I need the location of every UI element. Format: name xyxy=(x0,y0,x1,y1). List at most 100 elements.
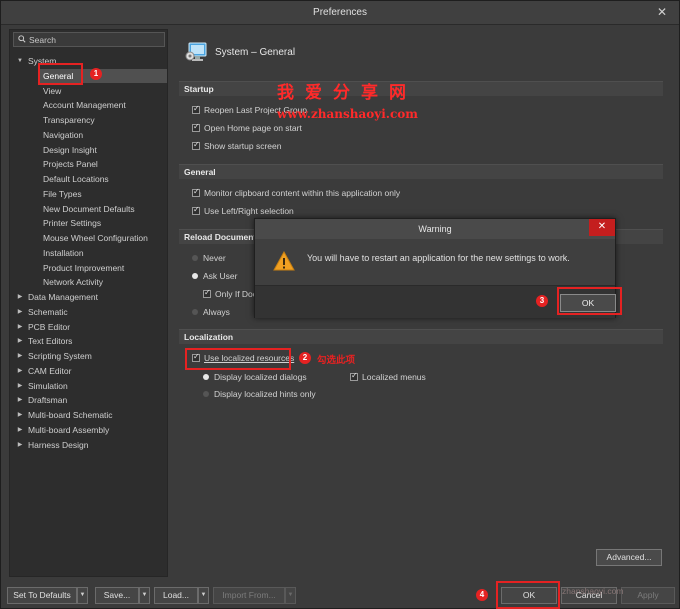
chevron-right-icon[interactable]: ▶ xyxy=(16,290,24,304)
sidebar-item-label: Multi-board Assembly xyxy=(28,424,110,435)
chevron-right-icon[interactable]: ▶ xyxy=(16,423,24,437)
sidebar-item-file-types[interactable]: File Types xyxy=(10,187,167,201)
section-general: General xyxy=(179,164,663,179)
sidebar-item-transparency[interactable]: Transparency xyxy=(10,113,167,127)
sidebar-item-label: Simulation xyxy=(28,380,68,391)
set-to-defaults-button[interactable]: Set To Defaults xyxy=(7,587,77,604)
sidebar-item-label: Navigation xyxy=(43,129,84,140)
search-icon xyxy=(18,35,26,43)
preferences-window: Preferences ✕ Search ▼ System General View A… xyxy=(0,0,680,609)
sidebar-item-system[interactable]: ▼ System xyxy=(10,54,167,68)
sidebar-item-multi-board-assembly[interactable]: ▶ Multi-board Assembly xyxy=(10,423,167,437)
window-title: Preferences xyxy=(313,7,367,18)
sidebar-item-label: Transparency xyxy=(43,115,95,125)
chevron-right-icon[interactable]: ▶ xyxy=(16,320,24,334)
sidebar-item-label: Projects Panel xyxy=(43,159,98,170)
sidebar-item-account-management[interactable]: Account Management xyxy=(10,98,167,112)
sidebar-item-label: Printer Settings xyxy=(43,218,102,229)
sidebar-item-label: Harness Design xyxy=(28,439,89,450)
save-dropdown-icon[interactable]: ▼ xyxy=(139,587,150,604)
sidebar-item-network-activity[interactable]: Network Activity xyxy=(10,275,167,289)
search-input[interactable]: Search xyxy=(13,32,165,47)
section-title: Startup xyxy=(184,84,214,94)
sidebar-item-label: Multi-board Schematic xyxy=(28,410,113,420)
sidebar-item-label: Default Locations xyxy=(43,174,109,184)
chevron-right-icon[interactable]: ▶ xyxy=(16,393,24,407)
section-title: Reload Document xyxy=(184,232,257,242)
dialog-title: Warning xyxy=(418,224,452,234)
sidebar-item-label: Scripting System xyxy=(28,351,92,361)
annotation-step-1: 1 xyxy=(90,68,102,80)
annotation-box-localized xyxy=(185,348,291,370)
sidebar-item-label: Design Insight xyxy=(43,144,97,155)
sidebar-item-label: Account Management xyxy=(43,100,126,111)
sidebar-item-installation[interactable]: Installation xyxy=(10,246,167,260)
chevron-right-icon[interactable]: ▶ xyxy=(16,349,24,363)
title-bar: Preferences ✕ xyxy=(1,1,679,25)
chevron-right-icon[interactable]: ▶ xyxy=(16,438,24,452)
sidebar-item-navigation[interactable]: Navigation xyxy=(10,128,167,142)
sidebar-item-new-document-defaults[interactable]: New Document Defaults xyxy=(10,202,167,216)
chevron-right-icon[interactable]: ▶ xyxy=(16,408,24,422)
sidebar-item-mouse-wheel-configuration[interactable]: Mouse Wheel Configuration xyxy=(10,231,167,245)
sidebar-item-label: View xyxy=(43,85,62,96)
sidebar: Search ▼ System General View Account Managem… xyxy=(9,29,168,577)
dialog-title-bar: Warning ✕ xyxy=(255,219,615,239)
sidebar-item-label: PCB Editor xyxy=(28,321,71,332)
sidebar-item-harness-design[interactable]: ▶ Harness Design xyxy=(10,438,167,452)
system-settings-icon xyxy=(185,42,207,61)
section-title: Localization xyxy=(184,332,234,342)
sidebar-item-schematic[interactable]: ▶ Schematic xyxy=(10,305,167,319)
annotation-step-3: 3 xyxy=(536,295,548,307)
sidebar-item-text-editors[interactable]: ▶ Text Editors xyxy=(10,334,167,348)
sidebar-item-pcb-editor[interactable]: ▶ PCB Editor xyxy=(10,320,167,334)
sidebar-item-label: Data Management xyxy=(28,292,98,302)
sidebar-item-draftsman[interactable]: ▶ Draftsman xyxy=(10,393,167,407)
load-dropdown-icon[interactable]: ▼ xyxy=(198,587,209,604)
warning-icon xyxy=(273,251,295,271)
sidebar-item-printer-settings[interactable]: Printer Settings xyxy=(10,216,167,230)
page-title: System – General xyxy=(215,47,296,58)
annotation-step-2: 2 xyxy=(299,352,311,364)
sidebar-item-label: Installation xyxy=(43,247,84,258)
watermark-url: www.zhanshaoyi.com xyxy=(277,107,418,121)
chevron-right-icon[interactable]: ▶ xyxy=(16,305,24,319)
sidebar-item-design-insight[interactable]: Design Insight xyxy=(10,143,167,157)
section-startup: Startup xyxy=(179,81,663,96)
sidebar-item-simulation[interactable]: ▶ Simulation xyxy=(10,379,167,393)
annotation-box-dialog-ok xyxy=(557,287,622,315)
sidebar-item-product-improvement[interactable]: Product Improvement xyxy=(10,261,167,275)
advanced-button[interactable]: Advanced... xyxy=(596,549,662,566)
sidebar-item-label: Draftsman xyxy=(28,395,68,406)
watermark-bottom: zhanshaoyi.com xyxy=(562,586,624,596)
import-from-button[interactable]: Import From... xyxy=(213,587,285,604)
chevron-right-icon[interactable]: ▶ xyxy=(16,364,24,378)
sidebar-item-label: Product Improvement xyxy=(43,262,125,273)
import-dropdown-icon[interactable]: ▼ xyxy=(285,587,296,604)
sidebar-item-label: Text Editors xyxy=(28,336,73,347)
load-button[interactable]: Load... xyxy=(154,587,198,604)
save-button[interactable]: Save... xyxy=(95,587,139,604)
chevron-down-icon[interactable]: ▼ xyxy=(16,54,24,68)
apply-button[interactable]: Apply xyxy=(621,587,675,604)
watermark-title: 我爱分享网 xyxy=(277,83,417,103)
sidebar-item-label: CAM Editor xyxy=(28,365,72,376)
sidebar-item-projects-panel[interactable]: Projects Panel xyxy=(10,157,167,171)
sidebar-item-label: Schematic xyxy=(28,306,68,317)
dialog-close-icon[interactable]: ✕ xyxy=(589,219,615,236)
close-icon[interactable]: ✕ xyxy=(657,5,667,19)
set-defaults-dropdown-icon[interactable]: ▼ xyxy=(77,587,88,604)
annotation-step-4: 4 xyxy=(476,589,488,601)
chevron-right-icon[interactable]: ▶ xyxy=(16,334,24,348)
sidebar-item-cam-editor[interactable]: ▶ CAM Editor xyxy=(10,364,167,378)
sidebar-item-data-management[interactable]: ▶ Data Management xyxy=(10,290,167,304)
sidebar-item-scripting-system[interactable]: ▶ Scripting System xyxy=(10,349,167,363)
sidebar-item-default-locations[interactable]: Default Locations xyxy=(10,172,167,186)
chevron-right-icon[interactable]: ▶ xyxy=(16,379,24,393)
sidebar-item-view[interactable]: View xyxy=(10,84,167,98)
sidebar-item-label: File Types xyxy=(43,188,82,199)
annotation-check-this: 勾选此项 xyxy=(317,355,356,366)
search-placeholder: Search xyxy=(29,35,56,45)
sidebar-item-label: Mouse Wheel Configuration xyxy=(43,233,148,243)
sidebar-item-multi-board-schematic[interactable]: ▶ Multi-board Schematic xyxy=(10,408,167,422)
